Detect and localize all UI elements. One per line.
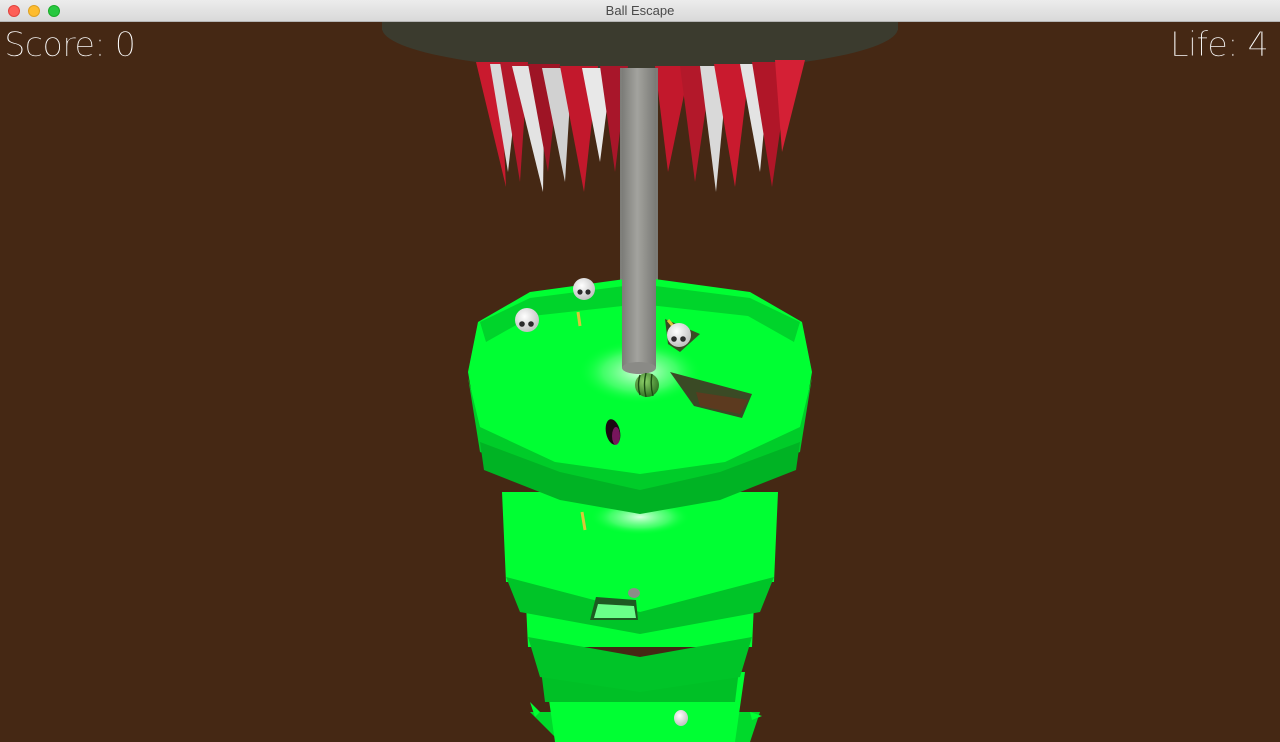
- skull-enemy: [667, 323, 691, 347]
- tower-lower-rings: [502, 492, 778, 742]
- watermelon-ball-player: [635, 372, 659, 398]
- game-window: Ball Escape Score: 0 Life: 4: [0, 0, 1280, 742]
- title-bar[interactable]: Ball Escape: [0, 0, 1280, 22]
- life-display: Life: 4: [1169, 25, 1270, 66]
- game-viewport[interactable]: Score: 0 Life: 4: [0, 0, 1280, 742]
- window-title: Ball Escape: [605, 3, 675, 18]
- coin-pickup: [576, 311, 582, 327]
- skull-enemy: [573, 278, 595, 300]
- skull-enemy: [674, 710, 688, 726]
- game-scene[interactable]: [0, 0, 1280, 742]
- skull-enemy: [515, 308, 539, 332]
- ceiling-crusher: [382, 0, 898, 72]
- score-display: Score: 0: [4, 25, 137, 66]
